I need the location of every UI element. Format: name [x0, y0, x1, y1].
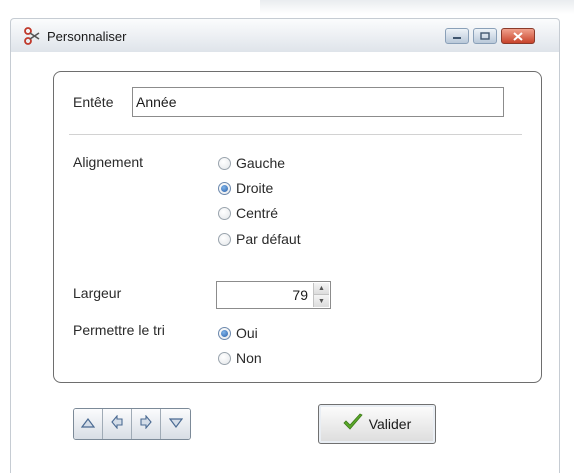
window-frame-right: [559, 52, 560, 473]
chevron-up-icon: ▲: [318, 285, 325, 292]
header-input[interactable]: [132, 87, 504, 117]
divider: [69, 134, 522, 135]
width-label: Largeur: [73, 285, 122, 301]
checkmark-icon: [343, 413, 363, 436]
radio-button-checked[interactable]: [218, 326, 231, 340]
radio-sort-no[interactable]: Non: [218, 349, 262, 367]
window-title: Personnaliser: [47, 29, 127, 44]
close-icon: [502, 29, 534, 43]
radio-label: Non: [236, 350, 262, 366]
stepper-up-button[interactable]: ▲: [314, 283, 329, 295]
validate-label: Valider: [368, 416, 412, 432]
radio-label: Gauche: [236, 155, 286, 171]
radio-button[interactable]: [218, 156, 231, 170]
width-stepper[interactable]: 79 ▲ ▼: [216, 281, 331, 309]
radio-align-center[interactable]: Centré: [218, 204, 278, 222]
arrow-left-icon: [111, 413, 123, 434]
stepper-buttons: ▲ ▼: [313, 283, 329, 307]
maximize-icon: [474, 29, 496, 43]
move-right-button[interactable]: [132, 409, 161, 439]
validate-button[interactable]: Valider: [318, 404, 436, 444]
radio-button[interactable]: [218, 351, 231, 365]
move-down-button[interactable]: [161, 409, 190, 439]
move-up-button[interactable]: [74, 409, 103, 439]
stepper-down-button[interactable]: ▼: [314, 295, 329, 307]
radio-label: Oui: [236, 325, 258, 341]
sort-label: Permettre le tri: [73, 322, 165, 338]
title-bar[interactable]: Personnaliser: [10, 18, 560, 52]
move-buttons-group: [73, 408, 191, 440]
radio-sort-yes[interactable]: Oui: [218, 324, 258, 342]
header-label: Entête: [73, 94, 114, 110]
radio-label: Droite: [236, 180, 274, 196]
close-button[interactable]: [501, 28, 535, 44]
radio-button[interactable]: [218, 206, 231, 220]
radio-align-left[interactable]: Gauche: [218, 154, 285, 172]
radio-align-default[interactable]: Par défaut: [218, 230, 301, 248]
triangle-down-icon: [168, 415, 183, 433]
alignment-label: Alignement: [73, 154, 144, 170]
minimize-icon: [446, 29, 468, 43]
width-value[interactable]: 79: [292, 287, 308, 303]
radio-button[interactable]: [218, 232, 231, 246]
minimize-button[interactable]: [445, 28, 469, 44]
radio-button-checked[interactable]: [218, 181, 231, 195]
maximize-button[interactable]: [473, 28, 497, 44]
arrow-right-icon: [140, 413, 152, 434]
customize-dialog: Personnaliser Entête Alignement Gauche D…: [0, 0, 574, 473]
scissors-icon: [23, 27, 41, 45]
radio-label: Centré: [236, 205, 279, 221]
move-left-button[interactable]: [103, 409, 132, 439]
background-shade: [260, 0, 574, 14]
chevron-down-icon: ▼: [318, 297, 325, 305]
radio-align-right[interactable]: Droite: [218, 179, 273, 197]
radio-label: Par défaut: [236, 231, 301, 247]
window-frame-left: [10, 52, 11, 473]
triangle-up-icon: [80, 415, 96, 433]
